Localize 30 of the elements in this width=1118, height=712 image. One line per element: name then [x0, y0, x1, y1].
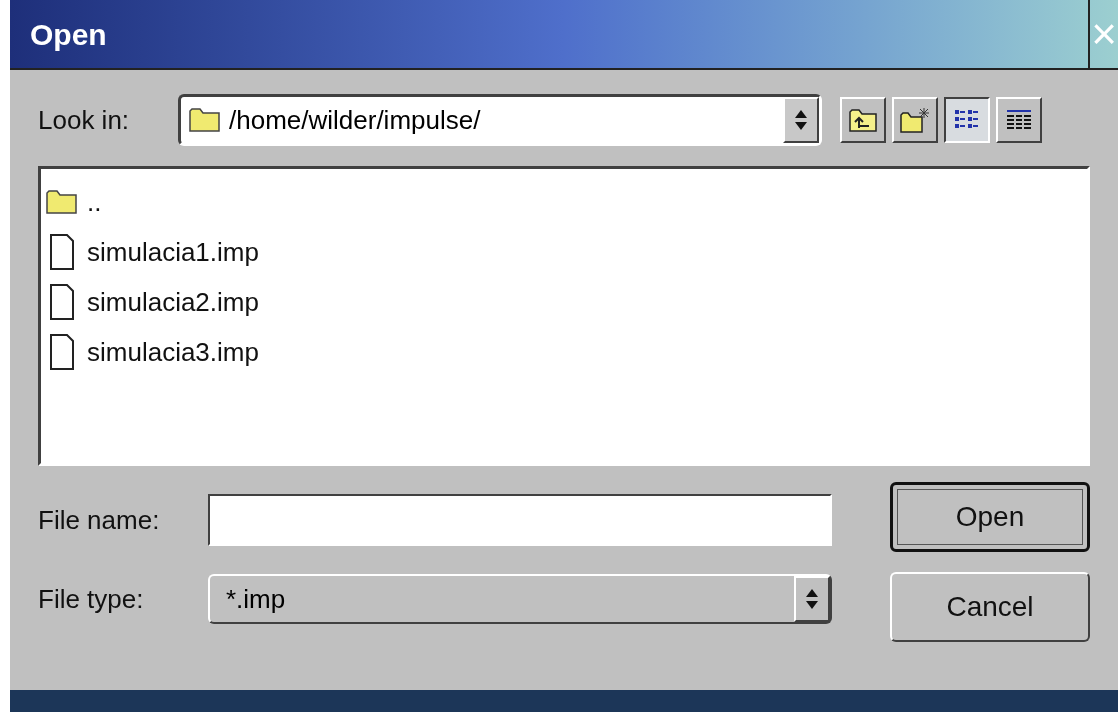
- file-name: ..: [87, 185, 102, 219]
- file-icon: [49, 233, 75, 271]
- look-in-value: /home/wilder/impulse/: [229, 103, 482, 137]
- open-button[interactable]: Open: [890, 482, 1090, 552]
- file-icon: [49, 333, 75, 371]
- folder-icon: [189, 107, 221, 133]
- cancel-button[interactable]: Cancel: [890, 572, 1090, 642]
- file-type-label: File type:: [38, 582, 145, 616]
- detail-view-icon: [1006, 108, 1032, 132]
- updown-arrows-icon: [805, 588, 819, 610]
- file-type-value: *.imp: [226, 582, 287, 616]
- file-type-dropdown[interactable]: *.imp: [208, 574, 832, 624]
- folder-icon: [46, 189, 78, 215]
- file-name: simulacia1.imp: [87, 235, 259, 269]
- window-title: Open: [30, 16, 108, 53]
- file-list-item[interactable]: simulacia2.imp: [45, 277, 1087, 327]
- look-in-label: Look in:: [38, 103, 131, 137]
- file-name: simulacia3.imp: [87, 335, 259, 369]
- new-folder-icon: [900, 107, 930, 133]
- file-name-field[interactable]: [208, 494, 832, 546]
- file-name-label: File name:: [38, 503, 161, 537]
- toolbar-button[interactable]: [944, 97, 990, 143]
- file-name: simulacia2.imp: [87, 285, 259, 319]
- look-in-dropdown[interactable]: /home/wilder/impulse/: [178, 94, 822, 146]
- file-list-item[interactable]: ..: [45, 177, 1087, 227]
- file-list-item[interactable]: simulacia3.imp: [45, 327, 1087, 377]
- updown-arrows-icon: [794, 109, 808, 131]
- folder-up-icon: [849, 108, 877, 132]
- file-icon: [49, 283, 75, 321]
- file-list-item[interactable]: simulacia1.imp: [45, 227, 1087, 277]
